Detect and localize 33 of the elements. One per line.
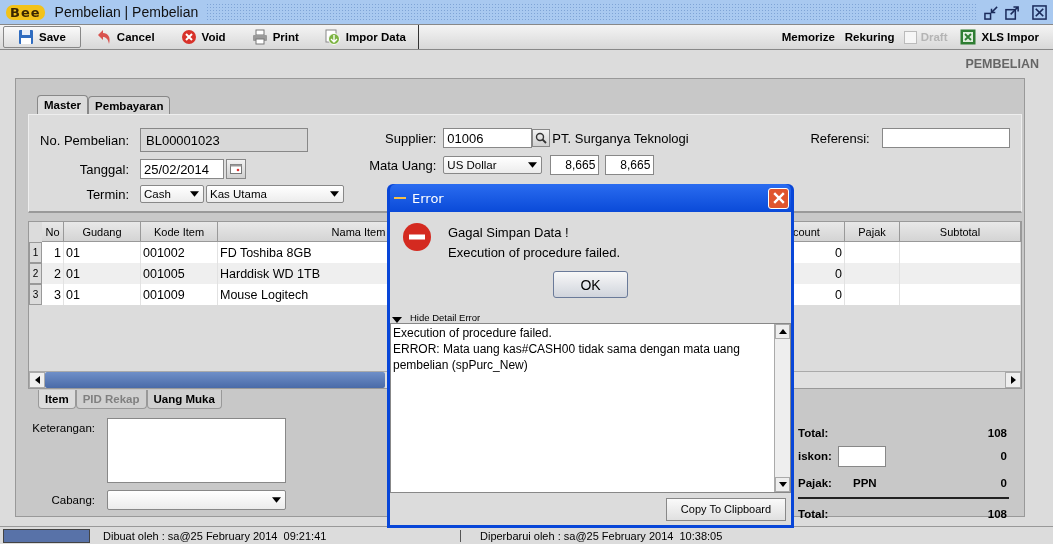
total-value: 0: [1000, 450, 1007, 462]
supplier-name: PT. Surganya Teknologi: [552, 130, 689, 146]
page-heading: PEMBELIAN: [965, 57, 1039, 73]
field-label: No. Pembelian:: [39, 132, 129, 148]
row-header: 2: [29, 263, 42, 284]
field-label: Supplier:: [384, 130, 437, 146]
error-detail-text: ERROR: Mata uang kas#CASH00 tidak sama dengan mata uang pembelian (spPurc_New): [393, 341, 741, 373]
field-label: Keterangan:: [31, 422, 95, 434]
total-value: 0: [1000, 477, 1007, 489]
field-label: Tanggal:: [78, 161, 129, 177]
updated-by-text: Diperbarui oleh : sa@25 February 2014 10:38:05: [480, 529, 723, 542]
total-label: Total:: [798, 426, 830, 439]
row-header: 3: [29, 284, 42, 305]
table-cell: 001009: [141, 284, 218, 305]
field-label: Mata Uang:: [368, 157, 437, 173]
purchase-number-field: BL00001023: [140, 128, 308, 152]
created-by-text: Dibuat oleh : sa@25 February 2014 09:21:41: [103, 529, 461, 542]
field-label: Termin:: [85, 186, 129, 202]
window-title: Pembelian | Pembelian: [54, 4, 199, 20]
row-header: 1: [29, 242, 42, 263]
field-label: Referensi:: [809, 130, 870, 146]
total-label: iskon:: [798, 450, 831, 462]
total-value: 108: [987, 426, 1007, 439]
total-label: Pajak:: [798, 477, 831, 489]
error-detail-text: Execution of procedure failed.: [393, 325, 553, 341]
table-cell: 3: [42, 284, 64, 305]
dialog-title: Error: [412, 190, 444, 206]
total-value: 108: [987, 507, 1007, 520]
total-label: Total:: [798, 507, 830, 520]
table-cell: 01: [64, 284, 141, 305]
app-logo: Bee: [6, 4, 45, 20]
field-label: Cabang:: [50, 494, 95, 506]
tax-name: PPN: [853, 477, 877, 489]
